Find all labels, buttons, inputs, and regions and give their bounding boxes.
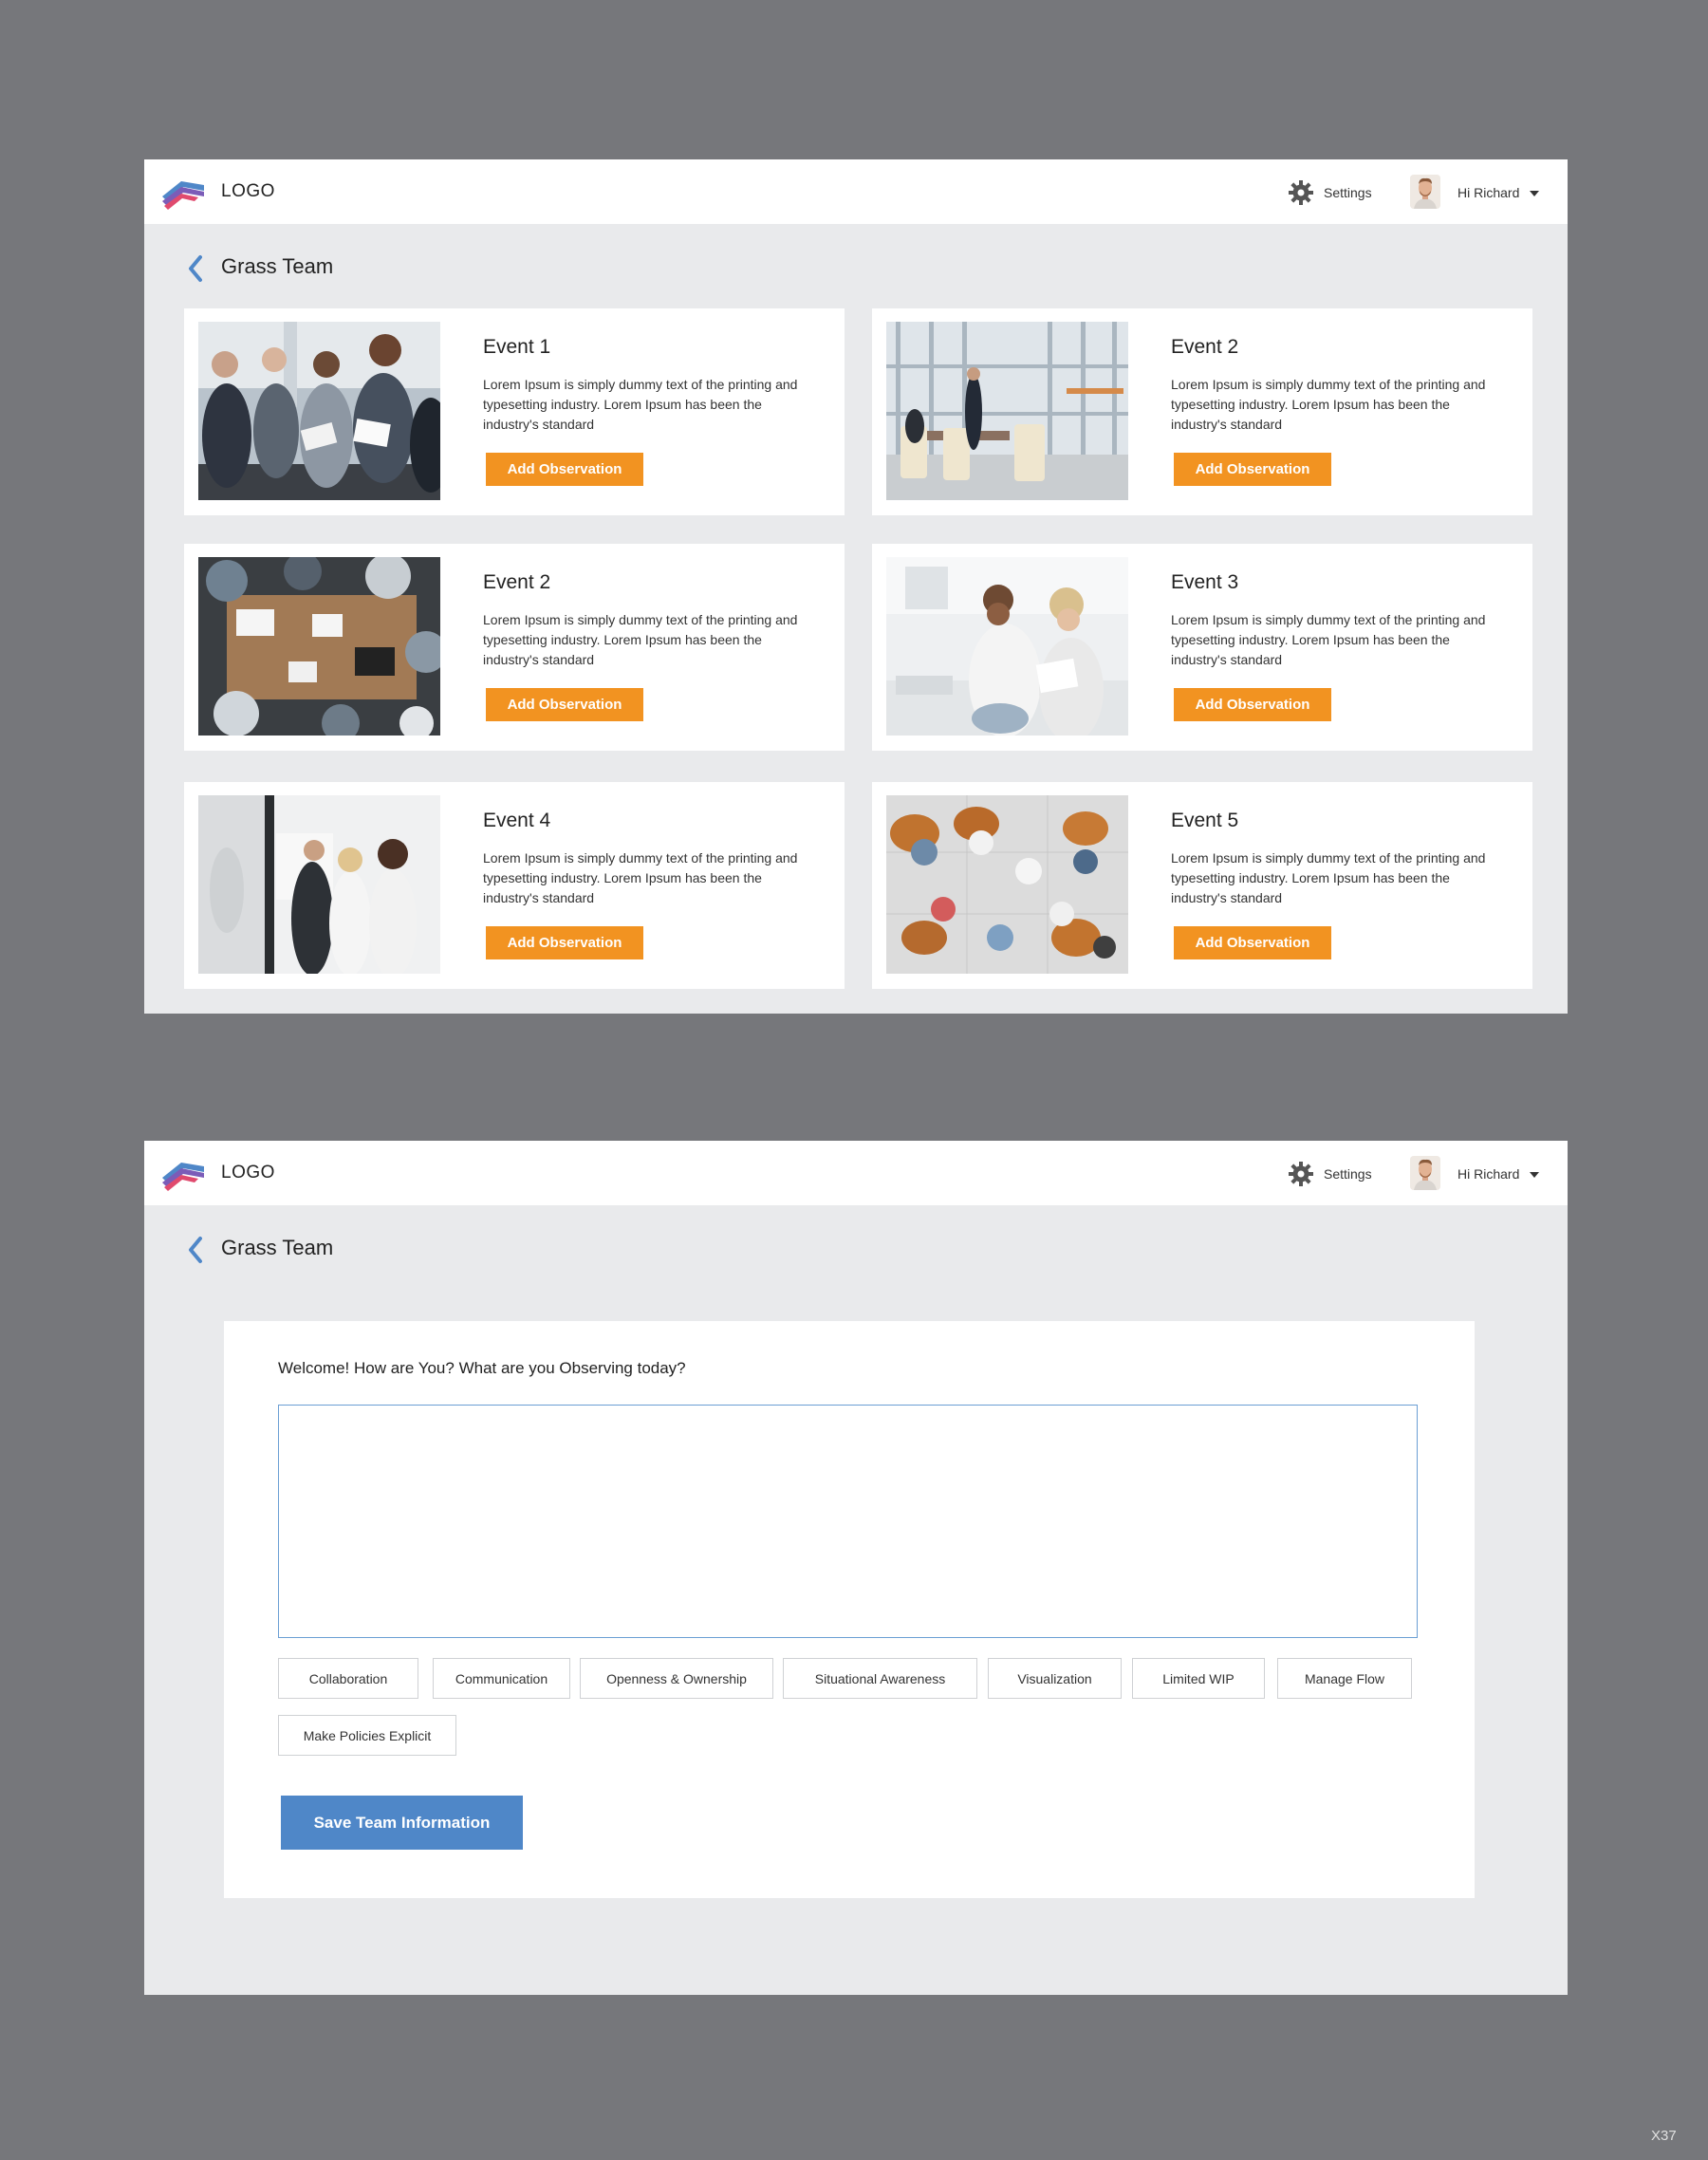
event-image — [198, 322, 440, 500]
observation-textarea[interactable] — [278, 1405, 1418, 1638]
event-card: Event 2 Lorem Ipsum is simply dummy text… — [872, 308, 1532, 515]
back-chevron-icon[interactable] — [186, 254, 205, 283]
settings-link[interactable]: Settings — [1324, 185, 1372, 200]
event-title: Event 4 — [483, 810, 551, 831]
gear-icon[interactable] — [1288, 1161, 1314, 1187]
add-observation-button[interactable]: Add Observation — [1174, 688, 1331, 721]
add-observation-button[interactable]: Add Observation — [486, 688, 643, 721]
user-menu[interactable]: Hi Richard — [1457, 1166, 1519, 1182]
avatar[interactable] — [1410, 175, 1440, 209]
add-observation-button[interactable]: Add Observation — [486, 453, 643, 486]
event-image — [886, 322, 1128, 500]
logo-text: LOGO — [221, 1163, 275, 1182]
add-observation-button[interactable]: Add Observation — [1174, 926, 1331, 959]
logo-text: LOGO — [221, 181, 275, 201]
page-title: Grass Team — [221, 254, 334, 278]
settings-link[interactable]: Settings — [1324, 1166, 1372, 1182]
top-bar: LOGO Settings Hi Richard — [144, 1141, 1568, 1205]
observation-screen: LOGO Settings Hi Richard Grass Team Welc… — [144, 1141, 1568, 1995]
save-team-information-button[interactable]: Save Team Information — [281, 1796, 523, 1850]
caret-down-icon[interactable] — [1530, 191, 1539, 196]
corner-mark: X37 — [1651, 2128, 1677, 2144]
event-card: Event 1 Lorem Ipsum is simply dummy text… — [184, 308, 845, 515]
event-title: Event 3 — [1171, 571, 1239, 593]
event-description: Lorem Ipsum is simply dummy text of the … — [1171, 612, 1486, 667]
event-card: Event 5 Lorem Ipsum is simply dummy text… — [872, 782, 1532, 989]
event-image — [198, 557, 440, 736]
event-description: Lorem Ipsum is simply dummy text of the … — [1171, 377, 1486, 432]
gear-icon[interactable] — [1288, 179, 1314, 206]
event-description: Lorem Ipsum is simply dummy text of the … — [483, 377, 798, 432]
event-title: Event 5 — [1171, 810, 1239, 831]
event-image — [886, 795, 1128, 974]
tag-communication[interactable]: Communication — [433, 1658, 570, 1699]
top-bar: LOGO Settings Hi Richard — [144, 159, 1568, 224]
back-chevron-icon[interactable] — [186, 1236, 205, 1264]
tag-limited-wip[interactable]: Limited WIP — [1132, 1658, 1265, 1699]
logo-mark[interactable] — [160, 172, 206, 212]
event-card: Event 3 Lorem Ipsum is simply dummy text… — [872, 544, 1532, 751]
avatar[interactable] — [1410, 1156, 1440, 1190]
tag-situational-awareness[interactable]: Situational Awareness — [783, 1658, 977, 1699]
logo-mark[interactable] — [160, 1153, 206, 1193]
add-observation-button[interactable]: Add Observation — [1174, 453, 1331, 486]
caret-down-icon[interactable] — [1530, 1172, 1539, 1178]
tag-make-policies-explicit[interactable]: Make Policies Explicit — [278, 1715, 456, 1756]
event-card: Event 4 Lorem Ipsum is simply dummy text… — [184, 782, 845, 989]
tag-collaboration[interactable]: Collaboration — [278, 1658, 418, 1699]
event-title: Event 2 — [483, 571, 551, 593]
tag-openness-ownership[interactable]: Openness & Ownership — [580, 1658, 773, 1699]
event-image — [198, 795, 440, 974]
event-title: Event 1 — [483, 336, 551, 358]
observation-form: Welcome! How are You? What are you Obser… — [224, 1321, 1475, 1898]
tag-visualization[interactable]: Visualization — [988, 1658, 1122, 1699]
events-screen: LOGO Settings Hi Richard Grass Team Even… — [144, 159, 1568, 1014]
event-description: Lorem Ipsum is simply dummy text of the … — [483, 612, 798, 667]
user-menu[interactable]: Hi Richard — [1457, 185, 1519, 200]
add-observation-button[interactable]: Add Observation — [486, 926, 643, 959]
event-description: Lorem Ipsum is simply dummy text of the … — [1171, 850, 1486, 905]
event-card: Event 2 Lorem Ipsum is simply dummy text… — [184, 544, 845, 751]
page-title: Grass Team — [221, 1236, 334, 1259]
event-image — [886, 557, 1128, 736]
event-title: Event 2 — [1171, 336, 1239, 358]
event-description: Lorem Ipsum is simply dummy text of the … — [483, 850, 798, 905]
observation-prompt: Welcome! How are You? What are you Obser… — [278, 1359, 686, 1377]
tag-manage-flow[interactable]: Manage Flow — [1277, 1658, 1412, 1699]
